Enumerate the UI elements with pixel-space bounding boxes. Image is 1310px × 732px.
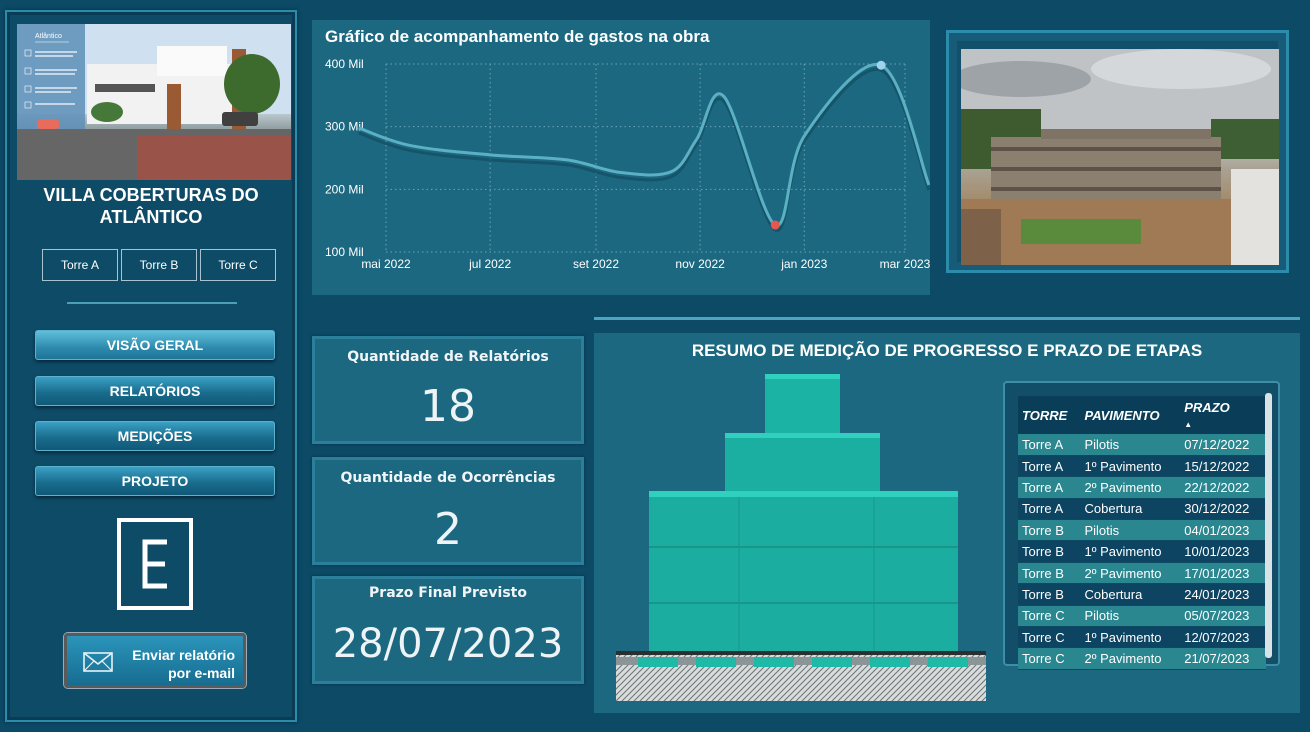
x-tick-label: nov 2022 [675, 257, 725, 271]
kpi-ocorrencias-value: 2 [434, 504, 462, 555]
section-divider [594, 317, 1300, 320]
kpi-prazo-label: Prazo Final Previsto [369, 585, 527, 601]
table-row[interactable]: Torre C 1º Pavimento 12/07/2023 [1018, 626, 1266, 649]
y-tick-label: 100 Mil [325, 245, 364, 259]
sort-ascending-icon: ▲ [1184, 420, 1193, 429]
cell-torre: Torre B [1018, 583, 1081, 606]
kpi-ocorrencias-label: Quantidade de Ocorrências [340, 470, 556, 486]
cell-prazo: 17/01/2023 [1180, 562, 1266, 585]
cell-pavimento: Cobertura [1080, 583, 1181, 606]
cell-torre: Torre A [1018, 455, 1081, 478]
cell-pavimento: 2º Pavimento [1080, 647, 1181, 670]
table-row[interactable]: Torre C 2º Pavimento 21/07/2023 [1018, 647, 1266, 670]
tower-filter: Torre A Torre B Torre C [42, 249, 276, 281]
cell-pavimento: Pilotis [1080, 605, 1181, 628]
cell-pavimento: Pilotis [1080, 519, 1181, 542]
cell-prazo: 12/07/2023 [1180, 626, 1266, 649]
project-title: VILLA COBERTURAS DO ATLÂNTICO [43, 185, 259, 227]
table-row[interactable]: Torre A 1º Pavimento 15/12/2022 [1018, 455, 1266, 478]
max-point [876, 60, 886, 70]
construction-site-photo [961, 49, 1279, 265]
x-tick-label: mai 2022 [361, 257, 411, 271]
building-progress-graphic [616, 374, 986, 701]
progress-panel: RESUMO DE MEDIÇÃO DE PROGRESSO E PRAZO D… [594, 333, 1300, 713]
nav-medicoes-button[interactable]: MEDIÇÕES [35, 421, 275, 451]
cell-pavimento: Cobertura [1080, 498, 1181, 521]
sidebar-divider [67, 302, 237, 304]
cell-pavimento: 1º Pavimento [1080, 455, 1181, 478]
nav-projeto-button[interactable]: PROJETO [35, 466, 275, 496]
site-photo-frame [946, 30, 1289, 273]
x-tick-label: jan 2023 [780, 257, 827, 271]
cell-pavimento: Pilotis [1080, 434, 1181, 456]
cell-prazo: 15/12/2022 [1180, 455, 1266, 478]
table-row[interactable]: Torre B 2º Pavimento 17/01/2023 [1018, 562, 1266, 585]
table-row[interactable]: Torre C Pilotis 05/07/2023 [1018, 605, 1266, 628]
nav-relatorios-button[interactable]: RELATÓRIOS [35, 376, 275, 406]
cell-pavimento: 1º Pavimento [1080, 540, 1181, 563]
cell-torre: Torre C [1018, 605, 1081, 628]
table-row[interactable]: Torre A Cobertura 30/12/2022 [1018, 498, 1266, 521]
cell-prazo: 07/12/2022 [1180, 434, 1266, 456]
table-row[interactable]: Torre A Pilotis 07/12/2022 [1018, 434, 1266, 456]
table-row[interactable]: Torre B Pilotis 04/01/2023 [1018, 519, 1266, 542]
expenses-line-chart: 400 Mil 300 Mil 200 Mil 100 Milmai 2022 jul … [325, 57, 930, 271]
company-logo [117, 518, 193, 610]
table-row[interactable]: Torre A 2º Pavimento 22/12/2022 [1018, 476, 1266, 499]
table-header-row: TORRE PAVIMENTO PRAZO ▲ [1018, 396, 1266, 434]
y-tick-label: 400 Mil [325, 57, 364, 71]
cell-torre: Torre A [1018, 434, 1081, 456]
table-row[interactable]: Torre B 1º Pavimento 10/01/2023 [1018, 540, 1266, 563]
min-point [770, 220, 780, 230]
logo-e-icon [142, 539, 167, 589]
kpi-ocorrencias-card: Quantidade de Ocorrências 2 [312, 457, 584, 565]
column-header-pavimento[interactable]: PAVIMENTO [1080, 396, 1181, 434]
column-header-prazo[interactable]: PRAZO ▲ [1180, 396, 1266, 434]
cell-prazo: 22/12/2022 [1180, 476, 1266, 499]
cell-torre: Torre C [1018, 647, 1081, 670]
send-report-email-button[interactable]: Enviar relatório por e-mail [64, 633, 246, 688]
stages-table: TORRE PAVIMENTO PRAZO ▲ Torre A Pilotis 07/… [1018, 396, 1266, 670]
table-scrollbar[interactable] [1265, 393, 1272, 658]
kpi-relatorios-card: Quantidade de Relatórios 18 [312, 336, 584, 444]
expenses-chart: Gráfico de acompanhamento de gastos na o… [312, 20, 930, 295]
x-tick-label: mar 2023 [880, 257, 930, 271]
kpi-relatorios-label: Quantidade de Relatórios [347, 349, 549, 365]
cell-prazo: 10/01/2023 [1180, 540, 1266, 563]
send-report-label: Enviar relatório por e-mail [132, 647, 235, 681]
cell-prazo: 21/07/2023 [1180, 647, 1266, 670]
kpi-relatorios-value: 18 [420, 381, 476, 432]
building-floors [649, 374, 958, 651]
cell-torre: Torre A [1018, 476, 1081, 499]
cell-prazo: 05/07/2023 [1180, 605, 1266, 628]
nav-visao-geral-button[interactable]: VISÃO GERAL [35, 330, 275, 360]
table-row[interactable]: Torre B Cobertura 24/01/2023 [1018, 583, 1266, 606]
cell-torre: Torre A [1018, 498, 1081, 521]
cell-prazo: 30/12/2022 [1180, 498, 1266, 521]
tower-b-button[interactable]: Torre B [121, 249, 197, 281]
column-header-torre[interactable]: TORRE [1018, 396, 1081, 434]
sidebar: Atlântico VILLA COBERTURAS DO ATLÂNTICO … [5, 10, 297, 722]
y-tick-label: 200 Mil [325, 182, 364, 196]
cell-torre: Torre B [1018, 562, 1081, 585]
cell-pavimento: 2º Pavimento [1080, 476, 1181, 499]
cell-torre: Torre B [1018, 540, 1081, 563]
cell-prazo: 24/01/2023 [1180, 583, 1266, 606]
cell-prazo: 04/01/2023 [1180, 519, 1266, 542]
kpi-prazo-value: 28/07/2023 [332, 621, 564, 667]
project-photo: Atlântico [17, 24, 291, 180]
x-tick-label: set 2022 [573, 257, 619, 271]
stages-table-container: TORRE PAVIMENTO PRAZO ▲ Torre A Pilotis 07/… [1003, 381, 1280, 670]
kpi-prazo-card: Prazo Final Previsto 28/07/2023 [312, 576, 584, 684]
photo-brand-text: Atlântico [35, 33, 62, 40]
tower-c-button[interactable]: Torre C [200, 249, 276, 281]
x-tick-label: jul 2022 [468, 257, 511, 271]
tower-a-button[interactable]: Torre A [42, 249, 118, 281]
cell-torre: Torre C [1018, 626, 1081, 649]
y-tick-label: 300 Mil [325, 120, 364, 134]
cell-pavimento: 1º Pavimento [1080, 626, 1181, 649]
cell-torre: Torre B [1018, 519, 1081, 542]
envelope-icon [83, 652, 113, 672]
cell-pavimento: 2º Pavimento [1080, 562, 1181, 585]
